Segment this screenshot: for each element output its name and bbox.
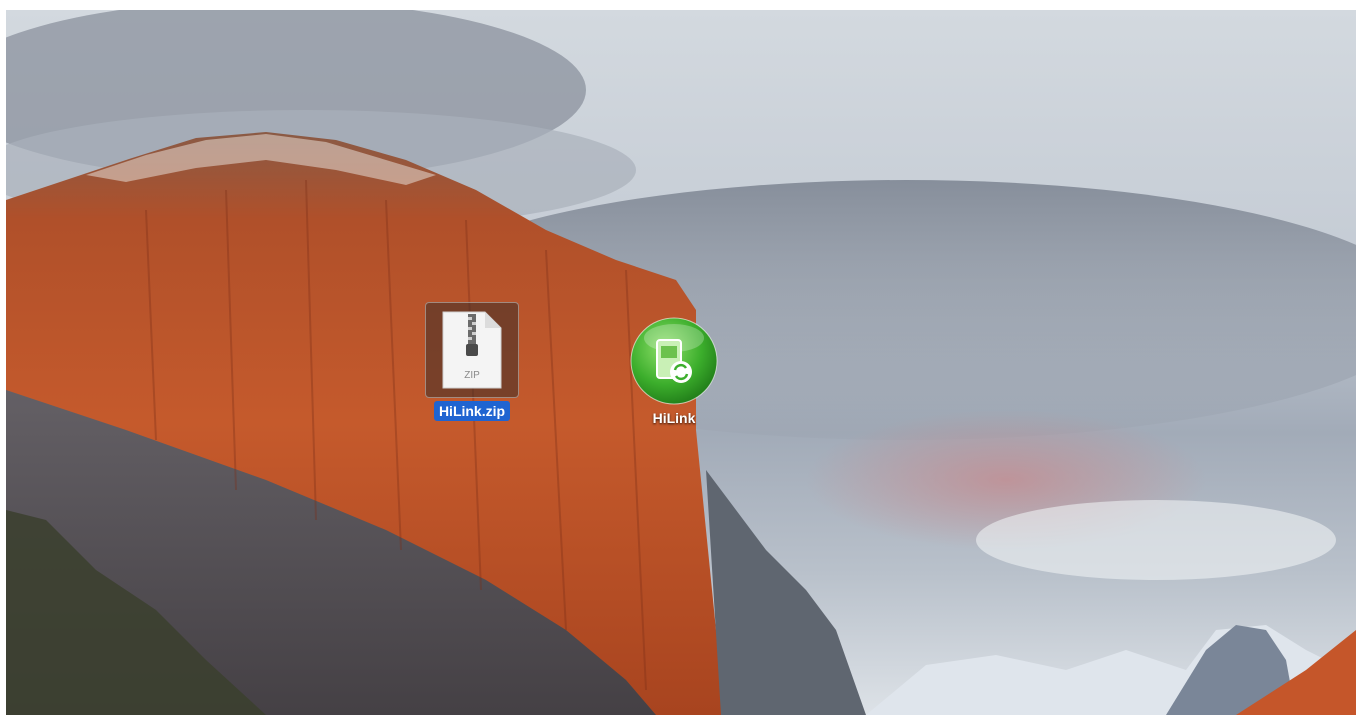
icon-selection-highlight: ZIP <box>425 302 519 398</box>
icon-label: HiLink.zip <box>433 401 511 421</box>
desktop[interactable]: ZIP HiLink.zip HiLink <box>6 10 1356 715</box>
zip-badge-text: ZIP <box>464 370 480 381</box>
zip-archive-icon: ZIP <box>442 311 502 389</box>
icon-label: HiLink <box>652 410 696 426</box>
desktop-icon-hilink-zip[interactable]: ZIP HiLink.zip <box>424 302 520 421</box>
desktop-icon-hilink[interactable]: HiLink <box>626 316 722 427</box>
hilink-app-icon <box>630 317 718 405</box>
